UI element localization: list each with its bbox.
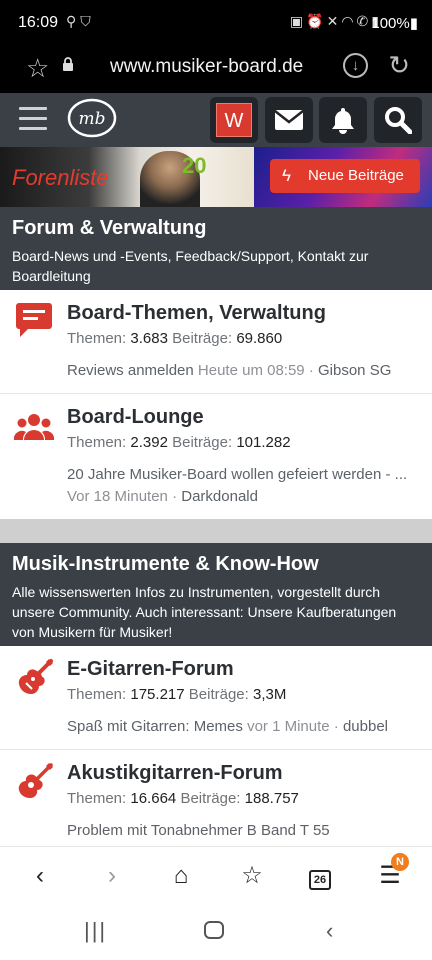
category-title: Musik-Instrumente & Know-How xyxy=(12,553,319,575)
forum-row-e-gitarren[interactable]: E-Gitarren-Forum Themen: 175.217 Beiträg… xyxy=(0,646,432,750)
forum-title[interactable]: Board-Themen, Verwaltung xyxy=(67,302,326,325)
forum-title[interactable]: E-Gitarren-Forum xyxy=(67,658,234,681)
status-bar: 16:09 ⚲⛉ ▣⏰✕◠✆▮ 100%▮ xyxy=(0,0,432,46)
envelope-icon xyxy=(274,110,304,130)
user-account-button[interactable]: W xyxy=(210,97,258,143)
download-icon[interactable]: ↓ xyxy=(343,53,368,78)
svg-text:mb: mb xyxy=(78,109,105,129)
home-icon[interactable]: ⌂ xyxy=(165,861,197,891)
menu-notification-badge: N xyxy=(391,853,409,871)
last-post-user[interactable]: dubbel xyxy=(343,718,388,735)
last-post-time: vor 1 Minute xyxy=(247,718,330,735)
reload-icon[interactable]: ↻ xyxy=(388,50,410,81)
last-post-user[interactable]: Gibson SG xyxy=(318,362,391,379)
site-header: mb W xyxy=(0,93,432,147)
acoustic-guitar-icon xyxy=(18,763,53,798)
forenliste-label: Forenliste xyxy=(12,165,109,190)
forum-stats: Themen: 3.683 Beiträge: 69.860 xyxy=(67,330,283,347)
status-left-icons: ⚲⛉ xyxy=(66,13,95,30)
alarm-icon: ⏰ xyxy=(306,13,327,29)
mute-icon: ✕ xyxy=(326,13,342,29)
walking-icon: ⚲ xyxy=(66,13,81,29)
forenliste-banner[interactable]: Forenliste 20 xyxy=(0,147,254,207)
category-header-forum-verwaltung[interactable]: Forum & Verwaltung Board-News und -Event… xyxy=(0,207,432,290)
status-right-icons: ▣⏰✕◠✆▮ xyxy=(290,13,382,30)
forum-row-akustikgitarren[interactable]: Akustikgitarren-Forum Themen: 16.664 Bei… xyxy=(0,750,432,846)
search-icon xyxy=(385,107,412,134)
system-nav-bar: ||| ‹ xyxy=(0,904,432,960)
forum-title[interactable]: Board-Lounge xyxy=(67,406,204,429)
tabs-button[interactable]: 26 xyxy=(304,861,336,891)
new-posts-label: Neue Beiträge xyxy=(308,167,404,184)
status-time: 16:09 xyxy=(18,14,59,31)
browser-url-bar: ☆ www.musiker-board.de ↓ ↻ xyxy=(0,46,432,93)
forum-stats: Themen: 175.217 Beiträge: 3,3M xyxy=(67,686,287,703)
electric-guitar-icon xyxy=(18,659,53,694)
lock-icon xyxy=(63,57,73,71)
category-header-musik-instrumente[interactable]: Musik-Instrumente & Know-How Alle wissen… xyxy=(0,543,432,646)
last-thread-title[interactable]: 20 Jahre Musiker-Board wollen gefeiert w… xyxy=(67,466,419,483)
battery-icon: ▮ xyxy=(409,15,418,32)
category-title: Forum & Verwaltung xyxy=(12,217,207,239)
back-icon[interactable]: ‹ xyxy=(24,861,56,891)
wifi-call-icon: ✆ xyxy=(356,13,372,29)
users-icon xyxy=(14,414,54,440)
menu-hamburger-icon[interactable] xyxy=(19,107,47,131)
lightning-icon: ϟ xyxy=(282,166,291,185)
user-avatar: W xyxy=(216,103,252,137)
inbox-button[interactable] xyxy=(265,97,313,143)
nfc-icon: ▣ xyxy=(289,13,307,29)
promo-banner: Forenliste 20 ϟ Neue Beiträge xyxy=(0,147,432,207)
wifi-icon: ◠ xyxy=(341,13,357,29)
bookmarks-icon[interactable]: ☆ xyxy=(236,861,268,891)
last-thread-title[interactable]: Reviews anmelden xyxy=(67,362,194,379)
category-description: Alle wissenswerten Infos zu Instrumenten… xyxy=(12,584,397,640)
notifications-button[interactable] xyxy=(319,97,367,143)
last-thread-title[interactable]: Spaß mit Gitarren: Memes xyxy=(67,718,243,735)
forum-row-board-lounge[interactable]: Board-Lounge Themen: 2.392 Beiträge: 101… xyxy=(0,394,432,519)
search-button[interactable] xyxy=(374,97,422,143)
forum-title[interactable]: Akustikgitarren-Forum xyxy=(67,762,283,785)
anniversary-badge: 20 xyxy=(182,153,207,178)
url-text[interactable]: www.musiker-board.de xyxy=(110,56,303,78)
system-back-icon[interactable]: ‹ xyxy=(326,918,333,944)
recents-icon[interactable]: ||| xyxy=(84,918,107,944)
forum-last-post[interactable]: Reviews anmelden Heute um 08:59 · Gibson… xyxy=(67,362,419,379)
system-home-icon[interactable] xyxy=(204,921,224,939)
forum-row-board-themen[interactable]: Board-Themen, Verwaltung Themen: 3.683 B… xyxy=(0,290,432,394)
forum-last-post[interactable]: Spaß mit Gitarren: Memes vor 1 Minute · … xyxy=(67,718,419,735)
bell-icon xyxy=(332,108,354,134)
category-separator xyxy=(0,519,432,543)
battery-level: 100%▮ xyxy=(371,15,418,32)
last-post-time: Vor 18 Minuten xyxy=(67,488,168,505)
last-thread-title[interactable]: Problem mit Tonabnehmer B Band T 55 xyxy=(67,822,419,839)
category-description: Board-News und -Events, Feedback/Support… xyxy=(12,248,369,284)
tab-count: 26 xyxy=(309,870,331,890)
forward-icon[interactable]: › xyxy=(96,861,128,891)
forum-last-post-meta: Vor 18 Minuten · Darkdonald xyxy=(67,488,258,505)
forum-stats: Themen: 2.392 Beiträge: 101.282 xyxy=(67,434,291,451)
shield-icon: ⛉ xyxy=(80,13,95,29)
last-post-time: Heute um 08:59 xyxy=(197,362,305,379)
forum-stats: Themen: 16.664 Beiträge: 188.757 xyxy=(67,790,299,807)
bookmark-star-icon[interactable]: ☆ xyxy=(26,53,49,84)
chat-icon xyxy=(16,303,52,337)
musiker-board-logo[interactable]: mb xyxy=(66,97,118,141)
new-posts-button[interactable]: ϟ Neue Beiträge xyxy=(270,159,420,193)
browser-toolbar: ‹ › ⌂ ☆ 26 ☰ xyxy=(0,846,432,904)
last-post-user[interactable]: Darkdonald xyxy=(181,488,258,505)
